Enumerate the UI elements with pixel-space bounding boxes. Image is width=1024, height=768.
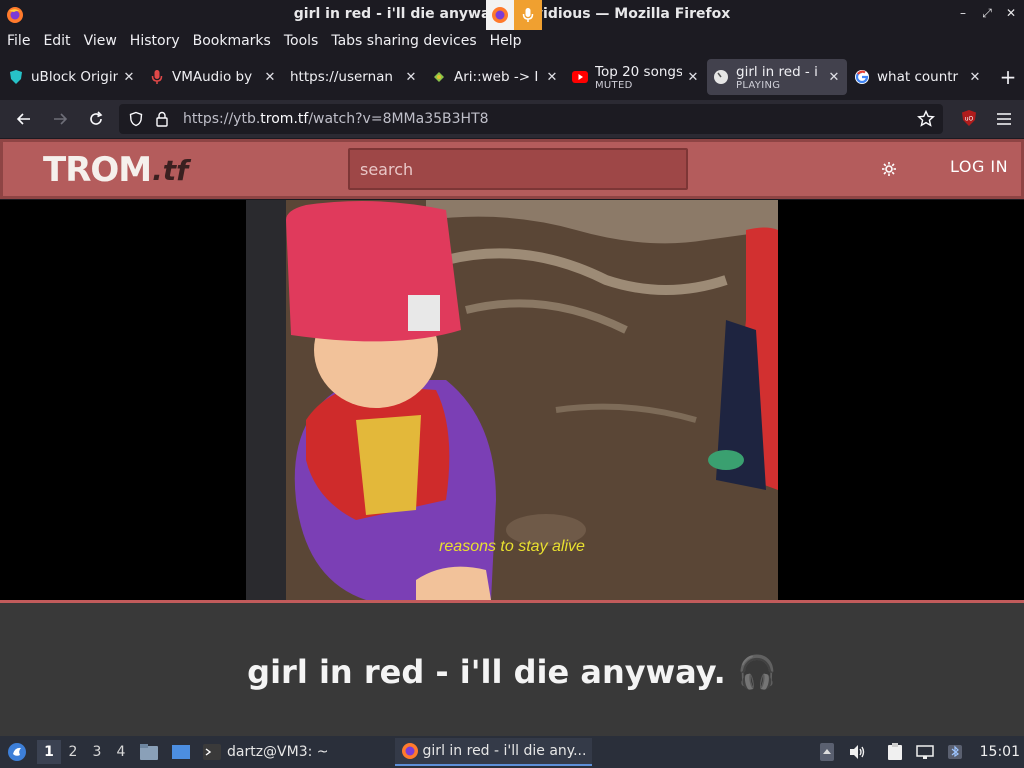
arrow-left-icon (16, 113, 30, 125)
video-info-area: girl in red - i'll die anyway. 🎧 (0, 603, 1024, 736)
reload-icon (90, 111, 103, 125)
arrow-right-icon (54, 113, 68, 125)
menu-help[interactable]: Help (490, 30, 522, 52)
invidious-icon (713, 69, 729, 85)
volume-icon[interactable] (846, 741, 868, 763)
tab-label: Ari::web -> I (454, 69, 539, 85)
gear-icon[interactable] (879, 159, 899, 179)
folder-icon (140, 744, 158, 760)
desktop-launcher[interactable] (165, 738, 197, 766)
tab-muted-status: MUTED (595, 79, 633, 91)
tab-close-button[interactable]: ✕ (545, 70, 559, 85)
window-titlebar: girl in red - i'll die anyway. - Invidio… (0, 0, 1024, 30)
workspace-1[interactable]: 1 (37, 740, 61, 764)
login-link[interactable]: LOG IN (950, 157, 1008, 176)
video-frame[interactable]: reasons to stay alive (246, 200, 778, 600)
maximize-button[interactable]: ⤢ (980, 6, 994, 20)
tab-ublock-origin[interactable]: uBlock Origin ✕ (2, 59, 142, 95)
tab-label: girl in red - i (736, 63, 818, 80)
tab-label: https://usernan (290, 69, 393, 85)
taskbar-firefox[interactable]: girl in red - i'll die any... (394, 738, 593, 766)
tab-username-url[interactable]: https://usernan ✕ (284, 59, 424, 95)
shield-icon[interactable] (127, 110, 145, 128)
tab-girl-in-red[interactable]: girl in red - i PLAYING ✕ (707, 59, 847, 95)
back-button[interactable] (12, 107, 36, 131)
hamburger-menu-icon[interactable] (996, 111, 1012, 130)
site-header: TROM .tf LOG IN (0, 139, 1024, 199)
tab-close-button[interactable]: ✕ (122, 70, 136, 85)
close-window-button[interactable]: ✕ (1004, 6, 1018, 20)
menu-file[interactable]: File (7, 30, 30, 52)
youtube-icon (572, 69, 588, 85)
tab-label: what countr (877, 69, 959, 85)
video-player[interactable]: reasons to stay alive (0, 200, 1024, 600)
search-input[interactable] (350, 150, 686, 188)
tab-ariweb[interactable]: Ari::web -> I ✕ (425, 59, 565, 95)
url-bar[interactable]: https://ytb.trom.tf/watch?v=8MMa35B3HT8 (119, 104, 943, 134)
tray-arrow-up-icon[interactable] (816, 741, 838, 763)
workspace-3[interactable]: 3 (85, 740, 109, 764)
google-icon (854, 69, 870, 85)
video-title: girl in red - i'll die anyway. 🎧 (247, 653, 777, 691)
start-menu-icon[interactable] (5, 740, 29, 764)
navigation-bar: https://ytb.trom.tf/watch?v=8MMa35B3HT8 … (0, 100, 1024, 138)
tab-label: VMAudio by (172, 69, 253, 85)
ublock-toolbar-icon[interactable]: uO (960, 109, 978, 131)
bookmark-star-icon[interactable] (917, 109, 935, 132)
firefox-icon (401, 743, 418, 759)
menu-view[interactable]: View (84, 30, 117, 52)
desktop-icon (172, 745, 190, 759)
microphone-sharing-indicator-icon[interactable] (514, 0, 542, 30)
ublock-icon (8, 69, 24, 85)
taskbar-terminal[interactable]: dartz@VM3: ~ (197, 738, 335, 766)
trom-logo[interactable]: TROM .tf (43, 150, 188, 190)
bluetooth-network-icon[interactable] (944, 741, 966, 763)
microphone-icon (149, 69, 165, 85)
clock: 15:01 (979, 744, 1020, 760)
reload-button[interactable] (84, 107, 108, 131)
forward-button[interactable] (48, 107, 72, 131)
menu-bookmarks[interactable]: Bookmarks (193, 30, 271, 52)
menu-bar: File Edit View History Bookmarks Tools T… (0, 30, 1024, 52)
tab-bar: uBlock Origin ✕ VMAudio by ✕ https://use… (0, 54, 1024, 100)
menu-history[interactable]: History (130, 30, 180, 52)
tab-top-20-songs[interactable]: Top 20 songs MUTED ✕ (566, 59, 706, 95)
search-box (348, 148, 688, 190)
menu-edit[interactable]: Edit (43, 30, 70, 52)
tab-vmaudio[interactable]: VMAudio by ✕ (143, 59, 283, 95)
clipboard-icon[interactable] (884, 741, 906, 763)
menu-tabs-sharing-devices[interactable]: Tabs sharing devices (331, 30, 476, 52)
tab-close-button[interactable]: ✕ (968, 70, 982, 85)
svg-text:uO: uO (965, 116, 974, 123)
lock-icon[interactable] (153, 110, 171, 128)
video-caption: reasons to stay alive (439, 538, 585, 555)
tab-label: Top 20 songs (595, 63, 682, 80)
tab-what-country[interactable]: what countr ✕ (848, 59, 988, 95)
workspace-2[interactable]: 2 (61, 740, 85, 764)
tab-close-button[interactable]: ✕ (263, 70, 277, 85)
tab-playing-status: PLAYING (736, 79, 781, 91)
puzzle-icon (431, 69, 447, 85)
menu-tools[interactable]: Tools (284, 30, 319, 52)
tab-label: uBlock Origin (31, 69, 118, 85)
sharing-firefox-indicator-icon[interactable] (486, 0, 514, 30)
workspace-4[interactable]: 4 (109, 740, 133, 764)
system-tray: 15:01 (816, 736, 1024, 768)
terminal-icon (203, 744, 221, 760)
tab-close-button[interactable]: ✕ (686, 70, 700, 85)
tab-close-button[interactable]: ✕ (827, 70, 841, 85)
network-icon[interactable] (914, 741, 936, 763)
tab-close-button[interactable]: ✕ (404, 70, 418, 85)
file-manager-launcher[interactable] (133, 738, 165, 766)
new-tab-button[interactable]: + (995, 64, 1021, 90)
taskbar: 1 2 3 4 dartz@VM3: ~ girl in red - i'll … (0, 736, 1024, 768)
url-text[interactable]: https://ytb.trom.tf/watch?v=8MMa35B3HT8 (183, 111, 489, 127)
minimize-button[interactable]: – (956, 6, 970, 20)
